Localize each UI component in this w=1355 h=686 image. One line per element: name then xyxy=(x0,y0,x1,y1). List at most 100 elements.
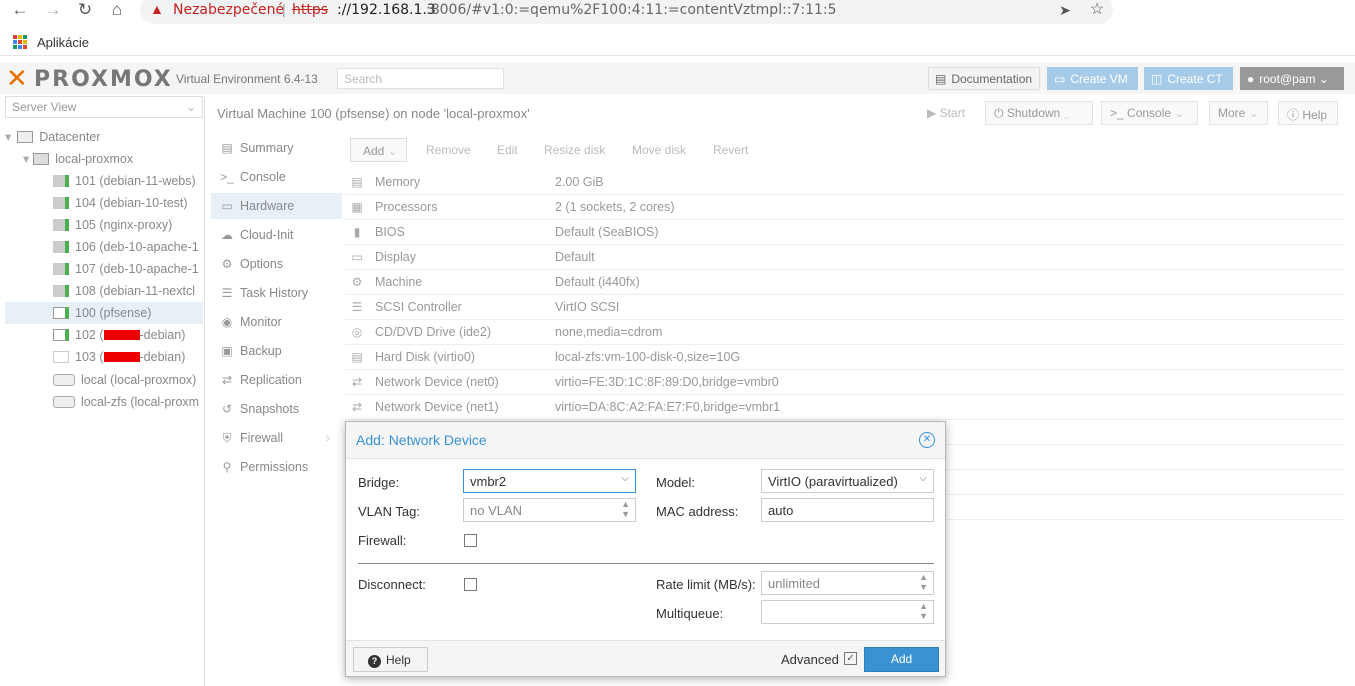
shutdown-button[interactable]: ⏻ Shutdown ⌄ xyxy=(985,101,1093,125)
server-icon xyxy=(17,131,34,143)
forward-icon[interactable]: → xyxy=(41,0,65,20)
user-menu-button[interactable]: ● root@pam ⌄ xyxy=(1240,67,1344,90)
tree-storage-local[interactable]: local (local-proxmox) xyxy=(5,369,203,391)
url-protocol[interactable]: https xyxy=(292,2,328,18)
hw-remove-button[interactable]: Remove xyxy=(426,138,471,162)
nav-console[interactable]: >_ Console xyxy=(211,164,342,190)
star-icon[interactable]: ☆ xyxy=(1085,0,1109,20)
nav-monitor[interactable]: ◉ Monitor xyxy=(211,309,342,335)
add-button[interactable]: Add xyxy=(864,647,939,672)
vlan-tag-input[interactable]: no VLAN ▲ ▼ xyxy=(463,498,636,522)
firewall-checkbox[interactable] xyxy=(464,534,477,547)
hw-revert-button[interactable]: Revert xyxy=(713,138,748,162)
multiqueue-label: Multiqueue: xyxy=(656,606,724,621)
nav-summary[interactable]: ▤ Summary xyxy=(211,135,342,161)
table-row[interactable]: ☰ SCSI Controller VirtIO SCSI xyxy=(345,295,1345,320)
chevron-down-icon: ⌄ xyxy=(1318,72,1329,86)
tree-label: local-zfs (local-proxm xyxy=(81,395,200,409)
table-row[interactable]: ⇄ Network Device (net1) virtio=DA:8C:A2:FA… xyxy=(345,395,1345,420)
chevron-down-icon: ⌄ xyxy=(1248,106,1259,120)
tree-vm-108[interactable]: 108 (debian-11-nextcl xyxy=(5,280,203,302)
nav-permissions[interactable]: ⚲ Permissions xyxy=(211,454,342,480)
hw-key: Network Device (net1) xyxy=(375,400,499,414)
nav-cloud-init[interactable]: ☁ Cloud-Init xyxy=(211,222,342,248)
bookmark-apps[interactable]: Aplikácie xyxy=(37,35,89,50)
nav-options[interactable]: ⚙ Options xyxy=(211,251,342,277)
server-view-select[interactable]: Server View ⌄ xyxy=(5,96,203,118)
tree-label-post: -debian) xyxy=(139,328,186,342)
apps-grid-icon[interactable] xyxy=(13,35,27,49)
disconnect-checkbox[interactable] xyxy=(464,578,477,591)
table-row[interactable]: ⚙ Machine Default (i440fx) xyxy=(345,270,1345,295)
rate-limit-input[interactable]: unlimited ▲ ▼ xyxy=(761,571,934,595)
table-row[interactable]: ▮ BIOS Default (SeaBIOS) xyxy=(345,220,1345,245)
hw-value: 2 (1 sockets, 2 cores) xyxy=(555,200,675,214)
search-input[interactable]: Search xyxy=(337,68,504,89)
mac-address-input[interactable]: auto xyxy=(761,498,934,522)
hw-resize-button[interactable]: Resize disk xyxy=(544,138,605,162)
console-button[interactable]: >_ Console ⌄ xyxy=(1101,101,1198,125)
hw-value: virtio=FE:3D:1C:8F:89:D0,bridge=vmbr0 xyxy=(555,375,779,389)
url-host[interactable]: ://192.168.1.3 xyxy=(337,2,436,18)
table-row[interactable]: ▤ Memory 2.00 GiB xyxy=(345,170,1345,195)
model-select[interactable]: VirtIO (paravirtualized) ⌵ xyxy=(761,469,934,493)
list-icon: ☰ xyxy=(221,286,233,300)
divider xyxy=(358,563,934,564)
spinner-icon[interactable]: ▲ ▼ xyxy=(621,499,630,519)
spinner-icon[interactable]: ▲ ▼ xyxy=(919,572,928,592)
table-row[interactable]: ⇄ Network Device (net0) virtio=FE:3D:1C:8F… xyxy=(345,370,1345,395)
documentation-button[interactable]: ▤ Documentation xyxy=(928,67,1040,90)
tree-vm-101[interactable]: 101 (debian-11-webs) xyxy=(5,170,203,192)
tree-vm-102[interactable]: 102 (-debian) xyxy=(5,324,203,346)
tree-label: Datacenter xyxy=(39,130,101,144)
hw-key: Network Device (net0) xyxy=(375,375,499,389)
table-row[interactable]: ◎ CD/DVD Drive (ide2) none,media=cdrom xyxy=(345,320,1345,345)
tree-vm-103[interactable]: 103 (-debian) xyxy=(5,346,203,368)
console-icon: >_ xyxy=(220,170,234,184)
table-row[interactable]: ▦ Processors 2 (1 sockets, 2 cores) xyxy=(345,195,1345,220)
tree-vm-106[interactable]: 106 (deb-10-apache-1 xyxy=(5,236,203,258)
hdd-icon: ▤ xyxy=(351,350,363,364)
nav-replication[interactable]: ⇄ Replication xyxy=(211,367,342,393)
hw-key: Processors xyxy=(375,200,438,214)
nav-firewall[interactable]: ⛨ Firewall › xyxy=(211,425,342,451)
advanced-checkbox[interactable]: ✓ xyxy=(844,652,857,665)
back-icon[interactable]: ← xyxy=(8,0,32,20)
table-row[interactable]: ▭ Display Default xyxy=(345,245,1345,270)
tree-vm-104[interactable]: 104 (debian-10-test) xyxy=(5,192,203,214)
spinner-icon[interactable]: ▲ ▼ xyxy=(919,601,928,621)
help-button[interactable]: ⓘ Help xyxy=(1278,101,1338,125)
start-button[interactable]: ▶ Start xyxy=(918,101,979,125)
more-button[interactable]: More ⌄ xyxy=(1209,101,1268,125)
cube-icon: ◫ xyxy=(1151,72,1163,86)
chevron-down-icon: ⌄ xyxy=(185,100,196,114)
tree-vm-100[interactable]: 100 (pfsense) xyxy=(5,302,203,324)
tree-storage-local-zfs[interactable]: local-zfs (local-proxm xyxy=(5,391,203,413)
hardware-toolbar: Add ⌄ Remove Edit Resize disk Move disk … xyxy=(345,135,1345,165)
bridge-select[interactable]: vmbr2 ⌵ xyxy=(463,469,636,493)
insecure-label[interactable]: Nezabezpečené xyxy=(173,2,284,18)
nav-hardware[interactable]: ▭ Hardware xyxy=(211,193,342,219)
tree-vm-105[interactable]: 105 (nginx-proxy) xyxy=(5,214,203,236)
nav-backup[interactable]: ▣ Backup xyxy=(211,338,342,364)
hw-edit-button[interactable]: Edit xyxy=(497,138,518,162)
reload-icon[interactable]: ↻ xyxy=(73,0,97,20)
more-label: More xyxy=(1218,106,1246,120)
create-ct-button[interactable]: ◫ Create CT xyxy=(1144,67,1233,90)
tree-vm-107[interactable]: 107 (deb-10-apache-1 xyxy=(5,258,203,280)
multiqueue-input[interactable]: ▲ ▼ xyxy=(761,600,934,624)
dialog-help-button[interactable]: ? Help xyxy=(353,647,428,672)
home-icon[interactable]: ⌂ xyxy=(105,0,129,20)
tree-datacenter[interactable]: ▾ Datacenter xyxy=(5,126,203,148)
hw-add-button[interactable]: Add ⌄ xyxy=(350,138,407,162)
tree-node-local-proxmox[interactable]: ▾ local-proxmox xyxy=(5,148,203,170)
create-vm-button[interactable]: ▭ Create VM xyxy=(1047,67,1138,90)
table-row[interactable]: ▤ Hard Disk (virtio0) local-zfs:vm-100-dis… xyxy=(345,345,1345,370)
nav-snapshots[interactable]: ↺ Snapshots xyxy=(211,396,342,422)
close-icon[interactable]: ✕ xyxy=(919,432,935,448)
nav-task-history[interactable]: ☰ Task History xyxy=(211,280,342,306)
url-path[interactable]: :8006/#v1:0:=qemu%2F100:4:11:=contentVzt… xyxy=(426,2,837,18)
send-icon[interactable]: ➤ xyxy=(1053,0,1077,20)
hw-move-button[interactable]: Move disk xyxy=(632,138,686,162)
tree-label: local (local-proxmox) xyxy=(81,373,197,387)
